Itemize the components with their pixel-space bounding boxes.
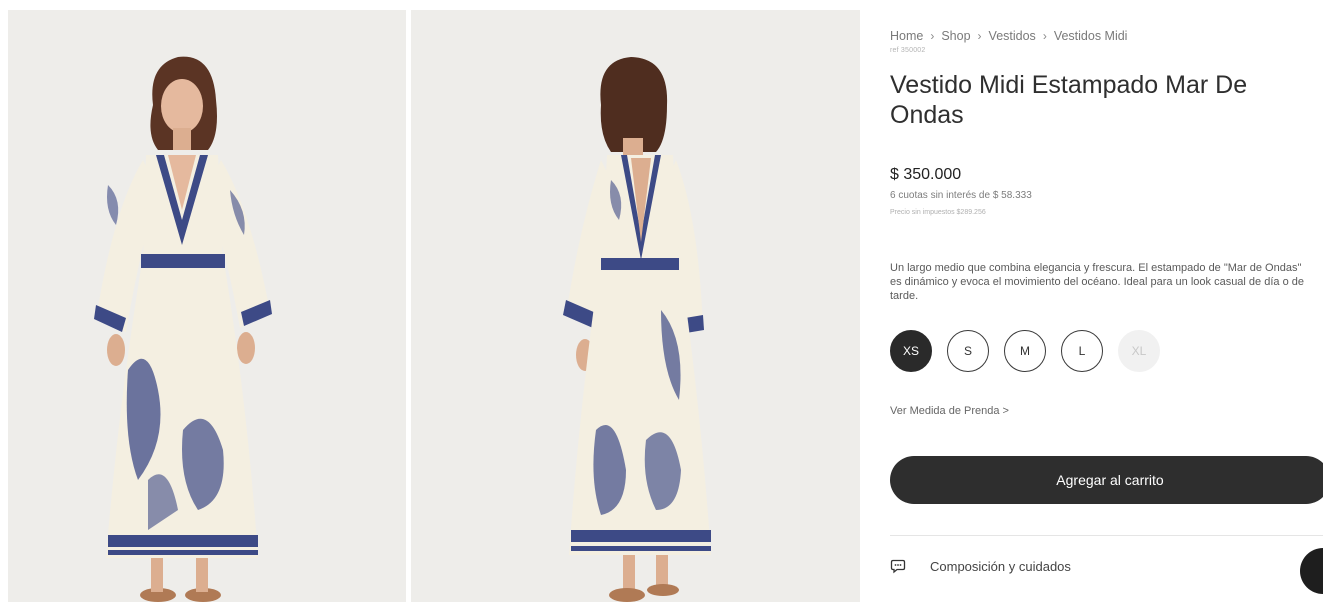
installments-info: 6 cuotas sin interés de $ 58.333 [890,190,1032,201]
chat-bubble-icon [890,559,906,574]
size-option-m[interactable]: M [1004,330,1046,372]
price-without-tax: Precio sin impuestos $289.256 [890,209,986,216]
breadcrumb-separator: › [930,29,935,43]
product-reference: ref 350002 [890,47,926,54]
product-price: $ 350.000 [890,166,962,183]
size-option-xl: XL [1118,330,1160,372]
breadcrumb-shop[interactable]: Shop [941,29,970,43]
product-info-panel: Home › Shop › Vestidos › Vestidos Midi r… [890,0,1323,602]
back-view-illustration [411,10,860,602]
breadcrumb-vestidos-midi[interactable]: Vestidos Midi [1054,29,1128,43]
size-option-s[interactable]: S [947,330,989,372]
product-photo-back[interactable] [411,10,860,602]
divider [890,535,1323,536]
breadcrumb-home[interactable]: Home [890,29,923,43]
breadcrumb-separator: › [1042,29,1047,43]
product-gallery [0,0,862,602]
front-view-illustration [8,10,406,602]
composition-care-accordion[interactable]: Composición y cuidados [890,558,1071,574]
accordion-label: Composición y cuidados [930,558,1071,574]
breadcrumb: Home › Shop › Vestidos › Vestidos Midi [890,29,1127,43]
breadcrumb-vestidos[interactable]: Vestidos [989,29,1036,43]
add-to-cart-button[interactable]: Agregar al carrito [890,456,1323,504]
product-title: Vestido Midi Estampado Mar De Ondas [890,71,1248,129]
size-option-xs[interactable]: XS [890,330,932,372]
size-option-l[interactable]: L [1061,330,1103,372]
size-guide-link[interactable]: Ver Medida de Prenda > [890,405,1009,417]
product-photo-front[interactable] [8,10,406,602]
size-selector: XS S M L XL [890,330,1160,372]
product-description: Un largo medio que combina elegancia y f… [890,262,1304,302]
breadcrumb-separator: › [977,29,982,43]
